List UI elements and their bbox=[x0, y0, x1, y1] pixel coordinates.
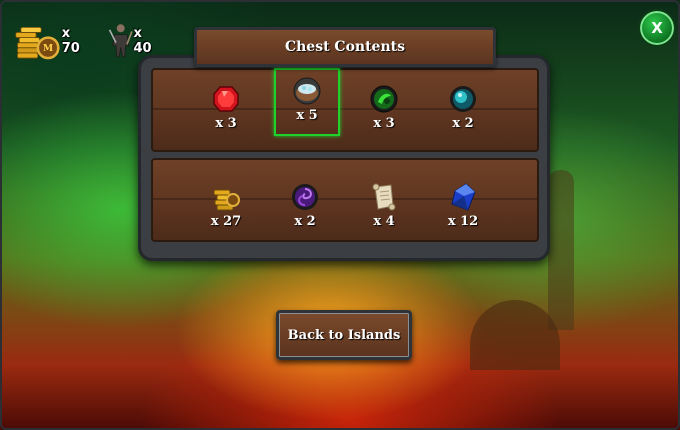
reward-quantity: x 5 bbox=[296, 108, 318, 123]
reward-row-2: x 27 x 2 x 4 x 12 bbox=[151, 158, 539, 242]
back-to-islands-button[interactable]: Back to Islands bbox=[276, 310, 412, 360]
reward-quantity: x 12 bbox=[447, 214, 479, 229]
reward-slot[interactable]: x 3 bbox=[195, 78, 257, 142]
reward-quantity: x 2 bbox=[294, 214, 316, 229]
dialog-title: Chest Contents bbox=[284, 39, 405, 55]
gold-count: x 70 bbox=[61, 26, 80, 56]
reward-slot[interactable]: x 27 bbox=[195, 176, 257, 240]
reward-slot[interactable]: x 12 bbox=[432, 176, 494, 240]
reward-quantity: x 2 bbox=[452, 116, 474, 131]
scroll-icon bbox=[372, 183, 396, 211]
tower-silhouette bbox=[548, 170, 574, 330]
reward-quantity: x 3 bbox=[373, 116, 395, 131]
green-orb-icon bbox=[370, 85, 398, 113]
reward-slot[interactable]: x 2 bbox=[432, 78, 494, 142]
gold-coins-icon: M bbox=[15, 26, 60, 60]
blue-crystal-icon bbox=[451, 183, 476, 211]
reward-quantity: x 27 bbox=[210, 214, 242, 229]
reward-slot[interactable]: x 4 bbox=[353, 176, 415, 240]
reward-slot[interactable]: x 3 bbox=[353, 78, 415, 142]
dome-silhouette bbox=[470, 300, 560, 370]
reward-quantity: x 4 bbox=[373, 214, 395, 229]
gold-coins-icon bbox=[213, 189, 240, 211]
reward-quantity: x 3 bbox=[215, 116, 237, 131]
teal-orb-icon bbox=[450, 86, 476, 112]
title-banner: Chest Contents bbox=[194, 27, 496, 67]
chest-contents-board: x 3 x 5 x 3 x 2 x 27 x 2 x 4 x 12 bbox=[138, 55, 550, 261]
gold-resource: M x 70 bbox=[14, 16, 88, 66]
red-gem-icon bbox=[213, 86, 239, 112]
purple-vortex-orb-icon bbox=[292, 184, 318, 210]
reward-slot-selected[interactable]: x 5 bbox=[274, 68, 340, 136]
troops-count: x 40 bbox=[133, 26, 152, 56]
reward-slot[interactable]: x 2 bbox=[274, 176, 336, 240]
back-to-islands-label: Back to Islands bbox=[287, 327, 401, 343]
bowl-of-crystals-icon bbox=[293, 77, 321, 105]
close-button[interactable]: X bbox=[638, 9, 676, 47]
warrior-troops-icon bbox=[108, 24, 133, 58]
svg-text:M: M bbox=[43, 43, 53, 54]
reward-row-1: x 3 x 5 x 3 x 2 bbox=[151, 68, 539, 152]
